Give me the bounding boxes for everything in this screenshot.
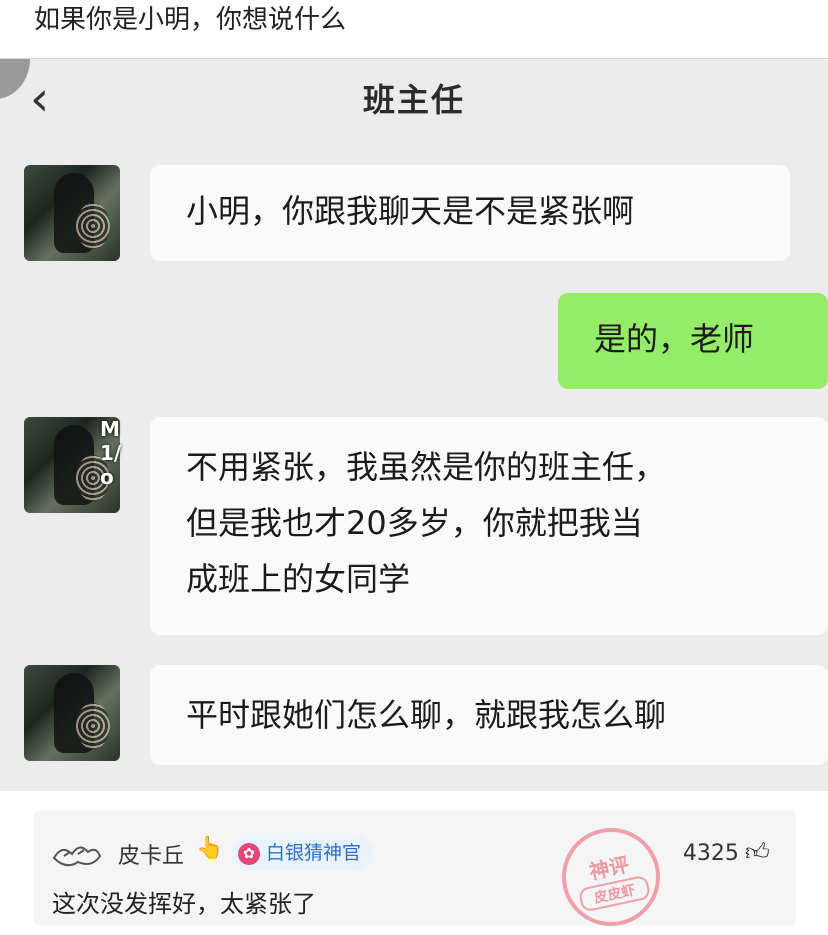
overlay-mark: M 1/o [100,417,122,489]
message-line: 成班上的女同学 [186,560,411,598]
message-bubble-left: 小明，你跟我聊天是不是紧张啊 [150,165,790,261]
message-line: 是的，老师 [594,320,755,358]
user-badge[interactable]: ✿ 白银猜神官 [232,836,374,870]
message-line: 但是我也才20多岁，你就把我当 [186,504,643,542]
like-control[interactable]: 4325 👍︎ [683,838,770,867]
like-count: 4325 [682,841,739,866]
message-bubble-right: 是的，老师 [558,293,828,389]
comment-card[interactable]: 皮卡丘 👆 ✿ 白银猜神官 神评 皮皮虾 4325 👍︎ 这次没发挥好，太紧张了 [34,810,796,935]
stamp-seal: 神评 皮皮虾 [552,818,670,935]
message-line: 平时跟她们怎么聊，就跟我怎么聊 [186,696,667,734]
badge-label: 白银猜神官 [266,842,362,864]
chat-title: 班主任 [362,81,465,119]
doodle-avatar-icon [52,846,102,867]
post-title: 如果你是小明，你想说什么 [34,5,347,35]
message-line: 不用紧张，我虽然是你的班主任， [186,448,667,486]
comment-text: 这次没发挥好，太紧张了 [52,890,316,918]
thumbs-up-icon[interactable]: 👍︎ [745,838,770,867]
message-bubble-left: 不用紧张，我虽然是你的班主任， 但是我也才20多岁，你就把我当 成班上的女同学 [150,417,828,635]
badge-icon: ✿ [238,842,260,865]
message-bubble-left: 平时跟她们怎么聊，就跟我怎么聊 [150,665,828,765]
chat-nav-bar: ‹ 班主任 [0,59,828,139]
chat-screenshot: ‹ 班主任 小明，你跟我聊天是不是紧张啊 是的，老师 M 1/o 不用紧张，我虽然… [0,58,828,791]
message-line: 小明，你跟我聊天是不是紧张啊 [186,192,635,230]
pointing-finger-icon: 👆 [196,836,224,861]
avatar[interactable] [24,165,120,261]
user-avatar[interactable] [52,840,102,870]
comment-username[interactable]: 皮卡丘 [118,838,184,870]
avatar[interactable] [24,665,120,761]
